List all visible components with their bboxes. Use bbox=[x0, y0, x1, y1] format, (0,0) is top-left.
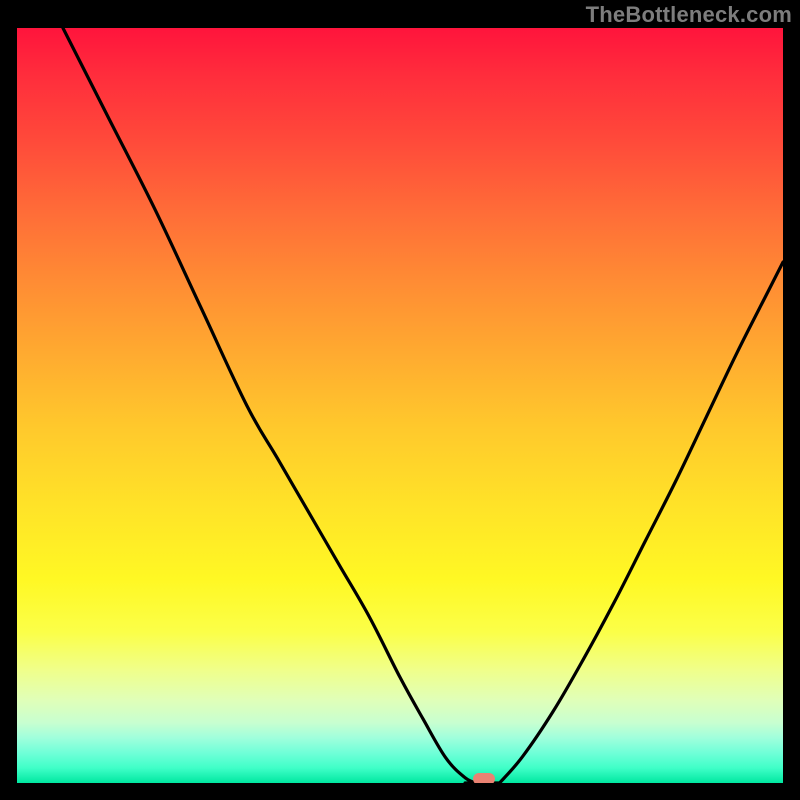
chart-wrapper: TheBottleneck.com bbox=[0, 0, 800, 800]
bottleneck-curve bbox=[17, 28, 783, 783]
plot-area bbox=[17, 28, 783, 783]
curve-left-branch bbox=[63, 28, 477, 783]
curve-right-branch bbox=[500, 262, 783, 783]
optimal-point-marker bbox=[473, 773, 495, 783]
attribution-label: TheBottleneck.com bbox=[586, 2, 792, 28]
